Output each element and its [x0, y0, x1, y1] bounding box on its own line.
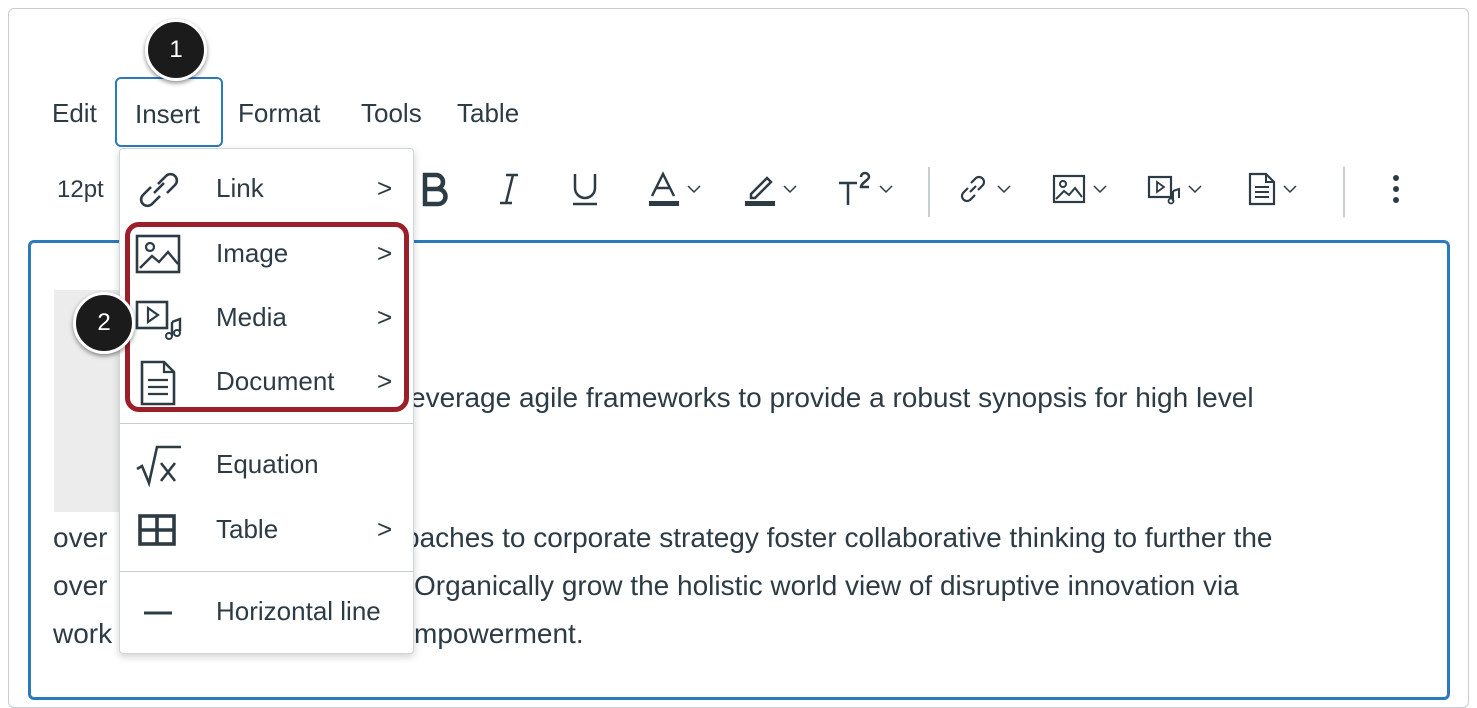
media-button[interactable]	[1146, 166, 1202, 212]
chevron-down-icon	[1093, 185, 1107, 194]
bold-icon	[422, 172, 448, 207]
chevron-right-icon: >	[377, 173, 393, 203]
menu-insert[interactable]: Insert	[115, 77, 223, 147]
italic-icon	[500, 173, 518, 205]
menu-insert-label: Insert	[135, 99, 201, 129]
image-icon	[1052, 174, 1086, 204]
equation-icon	[136, 445, 181, 488]
paragraph-line: mpowerment.	[414, 618, 584, 649]
menu-separator	[120, 423, 413, 424]
menu-item-table[interactable]: Table >	[120, 500, 415, 560]
link-button[interactable]	[955, 166, 1011, 212]
menu-separator	[120, 571, 413, 572]
media-icon	[1147, 175, 1180, 205]
superscript-button[interactable]	[837, 166, 893, 212]
superscript-icon	[839, 171, 871, 205]
document-icon	[1248, 172, 1276, 206]
paragraph-line: baches to corporate strategy foster coll…	[404, 522, 1273, 553]
underline-icon	[573, 174, 597, 206]
chevron-down-icon	[687, 185, 701, 194]
more-button[interactable]	[1390, 166, 1402, 212]
font-size-select[interactable]: 12pt	[57, 176, 104, 204]
link-icon	[960, 175, 986, 203]
chevron-down-icon	[997, 185, 1011, 194]
horizontal-line-icon	[144, 611, 172, 615]
menu-tools[interactable]: Tools	[361, 98, 422, 129]
menu-item-equation[interactable]: Equation	[120, 435, 415, 495]
menu-table[interactable]: Table	[457, 98, 519, 129]
underline-button[interactable]	[570, 166, 600, 212]
toolbar-divider	[928, 167, 930, 217]
image-button[interactable]	[1051, 166, 1107, 212]
menu-item-label: Equation	[216, 449, 319, 479]
menu-item-horizontal-line[interactable]: Horizontal line	[120, 582, 415, 642]
chevron-down-icon	[783, 185, 797, 194]
paragraph-line: everage agile frameworks to provide a ro…	[410, 382, 1254, 413]
toolbar-divider	[1343, 167, 1345, 217]
highlight-color-button[interactable]	[743, 166, 797, 212]
menu-edit[interactable]: Edit	[52, 98, 97, 129]
paragraph-line: Organically grow the holistic world view…	[414, 570, 1239, 601]
chevron-down-icon	[879, 185, 893, 194]
chevron-right-icon: >	[377, 514, 393, 544]
menu-item-label: Link	[216, 173, 264, 203]
callout-1: 1	[145, 19, 207, 81]
paragraph-line: over	[53, 522, 108, 553]
more-icon	[1393, 175, 1399, 203]
table-icon	[138, 514, 176, 546]
bold-button[interactable]	[420, 166, 450, 212]
paragraph-line: over	[53, 570, 108, 601]
link-icon	[139, 172, 179, 208]
highlight-color-icon	[745, 176, 775, 206]
menu-item-label: Horizontal line	[216, 596, 381, 626]
chevron-down-icon	[1283, 185, 1297, 194]
annotation-highlight-box	[125, 222, 409, 412]
paragraph-line: work	[53, 618, 113, 649]
chevron-down-icon	[1188, 185, 1202, 194]
text-color-button[interactable]	[647, 166, 701, 212]
italic-button[interactable]	[496, 166, 522, 212]
text-color-icon	[649, 171, 679, 206]
document-button[interactable]	[1247, 166, 1297, 212]
menu-format[interactable]: Format	[238, 98, 320, 129]
menu-item-link[interactable]: Link >	[120, 159, 415, 219]
callout-2: 2	[73, 292, 135, 354]
menu-item-label: Table	[216, 514, 279, 544]
